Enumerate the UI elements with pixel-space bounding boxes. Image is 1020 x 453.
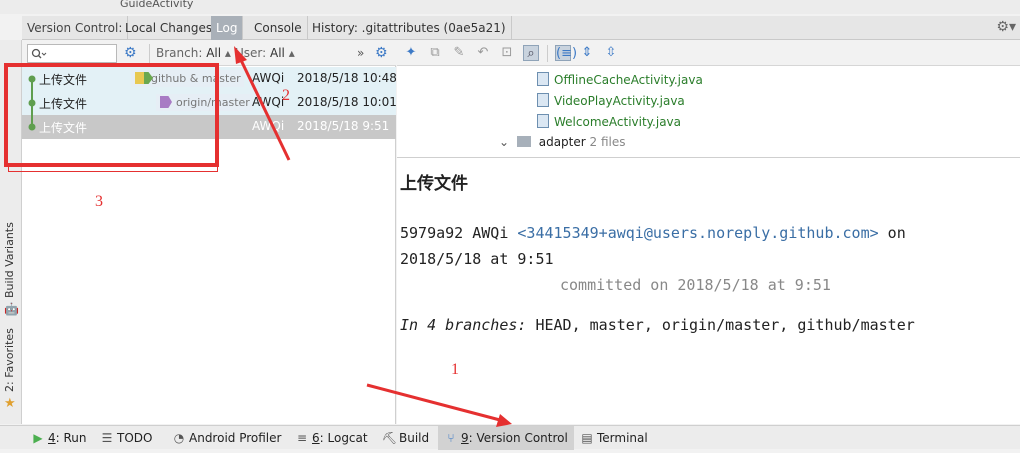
user-filter[interactable]: User: All ▴: [235, 46, 295, 60]
tab-console[interactable]: Console: [249, 16, 308, 40]
commit-date: 2018/5/18 10:48: [297, 71, 397, 85]
tree-folder-item[interactable]: ⌄ adapter 2 files: [499, 135, 626, 149]
annotation-box: [4, 63, 219, 167]
branch-filter[interactable]: Branch: All ▴: [156, 46, 231, 60]
details-toolbar: ✦ ⧉ ✎ ↶ ⊡ ⌕ (≡) ⇕ ⇳: [397, 41, 1020, 66]
annotation-label-2: 2: [282, 87, 290, 104]
terminal-icon: ▤: [581, 431, 593, 445]
filter-settings-gear-icon[interactable]: ⚙: [124, 45, 137, 61]
expand-all-icon[interactable]: ⇕: [579, 45, 595, 61]
chevron-down-icon: ⌄: [499, 135, 510, 149]
java-file-icon: [537, 93, 549, 107]
commit-subject: 上传文件: [400, 174, 468, 194]
version-control-tool-button[interactable]: ⑂ 9: Version Control: [438, 426, 574, 450]
details-toggle-icon[interactable]: ⌕: [523, 45, 539, 61]
log-settings-gear-icon[interactable]: ⚙: [375, 45, 388, 61]
folder-icon: [516, 136, 531, 147]
committed-line: committed on 2018/5/18 at 9:51: [560, 276, 831, 294]
divider: [149, 44, 150, 63]
folder-file-count: 2 files: [589, 135, 626, 149]
terminal-tool-button[interactable]: ▤ Terminal: [574, 426, 654, 450]
profiler-icon: ◔: [173, 431, 185, 445]
tab-log[interactable]: Log: [211, 16, 244, 40]
commit-author: AWQi: [252, 95, 285, 109]
commit-author: AWQi: [252, 71, 285, 85]
branches-label: In 4 branches:: [400, 316, 527, 334]
divider: [547, 45, 548, 62]
branches-list: HEAD, master, origin/master, github/mast…: [535, 316, 915, 334]
annotation-box-shadow: [8, 167, 218, 172]
tab-history[interactable]: History: .gitattributes (0ae5a21): [307, 16, 512, 40]
build-icon: ⛏: [382, 431, 398, 445]
folder-name: adapter: [538, 135, 586, 149]
favorites-tab[interactable]: 2: Favorites: [3, 328, 16, 392]
commit-date: 2018/5/18 9:51: [297, 119, 390, 133]
collapse-all-icon[interactable]: ⇳: [603, 45, 619, 61]
commit-hash: 5979a92: [400, 224, 464, 242]
group-by-icon[interactable]: (≡): [555, 45, 577, 61]
commit-date: 2018/5/18 at 9:51: [400, 250, 554, 268]
window-title-strip: GuideActivity: [0, 0, 1020, 14]
search-icon: [31, 48, 47, 59]
logcat-tool-button[interactable]: ≡ 6: Logcat: [289, 426, 374, 450]
run-icon: ▶: [33, 431, 43, 445]
annotation-label-1: 1: [451, 361, 459, 378]
settings-gear-icon[interactable]: ⚙▾: [996, 19, 1016, 35]
more-icon[interactable]: »: [357, 46, 364, 60]
build-variants-tab[interactable]: Build Variants: [3, 222, 16, 298]
run-tool-button[interactable]: ▶ 4: Run: [25, 426, 93, 450]
annotation-label-3: 3: [95, 193, 103, 210]
tree-file-item[interactable]: OfflineCacheActivity.java: [537, 72, 703, 87]
log-panel: ⚙ Branch: All ▴ User: All ▴ » ⚙ 上传文件 git…: [4, 41, 397, 424]
commit-date: 2018/5/18 10:01: [297, 95, 397, 109]
commit-author: AWQi: [472, 224, 509, 242]
window-title: GuideActivity: [120, 0, 194, 10]
details-panel: ✦ ⧉ ✎ ↶ ⊡ ⌕ (≡) ⇕ ⇳ OfflineCacheActivity…: [397, 41, 1020, 424]
tree-file-item[interactable]: VideoPlayActivity.java: [537, 93, 685, 108]
author-email-link[interactable]: <34415349+awqi@users.noreply.github.com>: [517, 224, 878, 242]
build-tool-button[interactable]: ⛏ Build: [376, 426, 435, 450]
tab-local-changes[interactable]: Local Changes: [120, 16, 219, 40]
cherry-pick-icon[interactable]: ✦: [403, 45, 419, 61]
version-control-tabbar: Version Control: Local Changes Log Conso…: [22, 16, 1020, 40]
logcat-icon: ≡: [296, 431, 308, 445]
commit-author: AWQi: [252, 119, 285, 133]
commit-details: 上传文件 5979a92 AWQi <34415349+awqi@users.n…: [400, 169, 1018, 334]
diff-icon[interactable]: ⊡: [499, 45, 515, 61]
bottom-tool-bar: ▶ 4: Run ☰ TODO ◔ Android Profiler ≡ 6: Logc…: [0, 425, 1020, 450]
branches-line: In 4 branches: HEAD, master, origin/mast…: [400, 316, 1018, 334]
star-icon: ★: [4, 396, 16, 411]
android-profiler-tool-button[interactable]: ◔ Android Profiler: [166, 426, 287, 450]
todo-icon: ☰: [101, 431, 113, 445]
edit-icon[interactable]: ✎: [451, 45, 467, 61]
tree-file-item[interactable]: WelcomeActivity.java: [537, 114, 681, 129]
search-input[interactable]: [27, 44, 117, 63]
vcs-icon: ⑂: [447, 431, 455, 445]
changed-files-tree: OfflineCacheActivity.java VideoPlayActiv…: [397, 66, 1020, 158]
todo-tool-button[interactable]: ☰ TODO: [94, 426, 158, 450]
on-word: on: [887, 224, 906, 242]
copy-revision-icon[interactable]: ⧉: [427, 45, 443, 61]
revert-icon[interactable]: ↶: [475, 45, 491, 61]
version-control-label: Version Control:: [22, 16, 129, 40]
java-file-icon: [537, 114, 549, 128]
java-file-icon: [537, 72, 549, 86]
android-icon: 🤖: [4, 302, 19, 316]
commit-meta: 5979a92 AWQi <34415349+awqi@users.norepl…: [400, 224, 1018, 242]
